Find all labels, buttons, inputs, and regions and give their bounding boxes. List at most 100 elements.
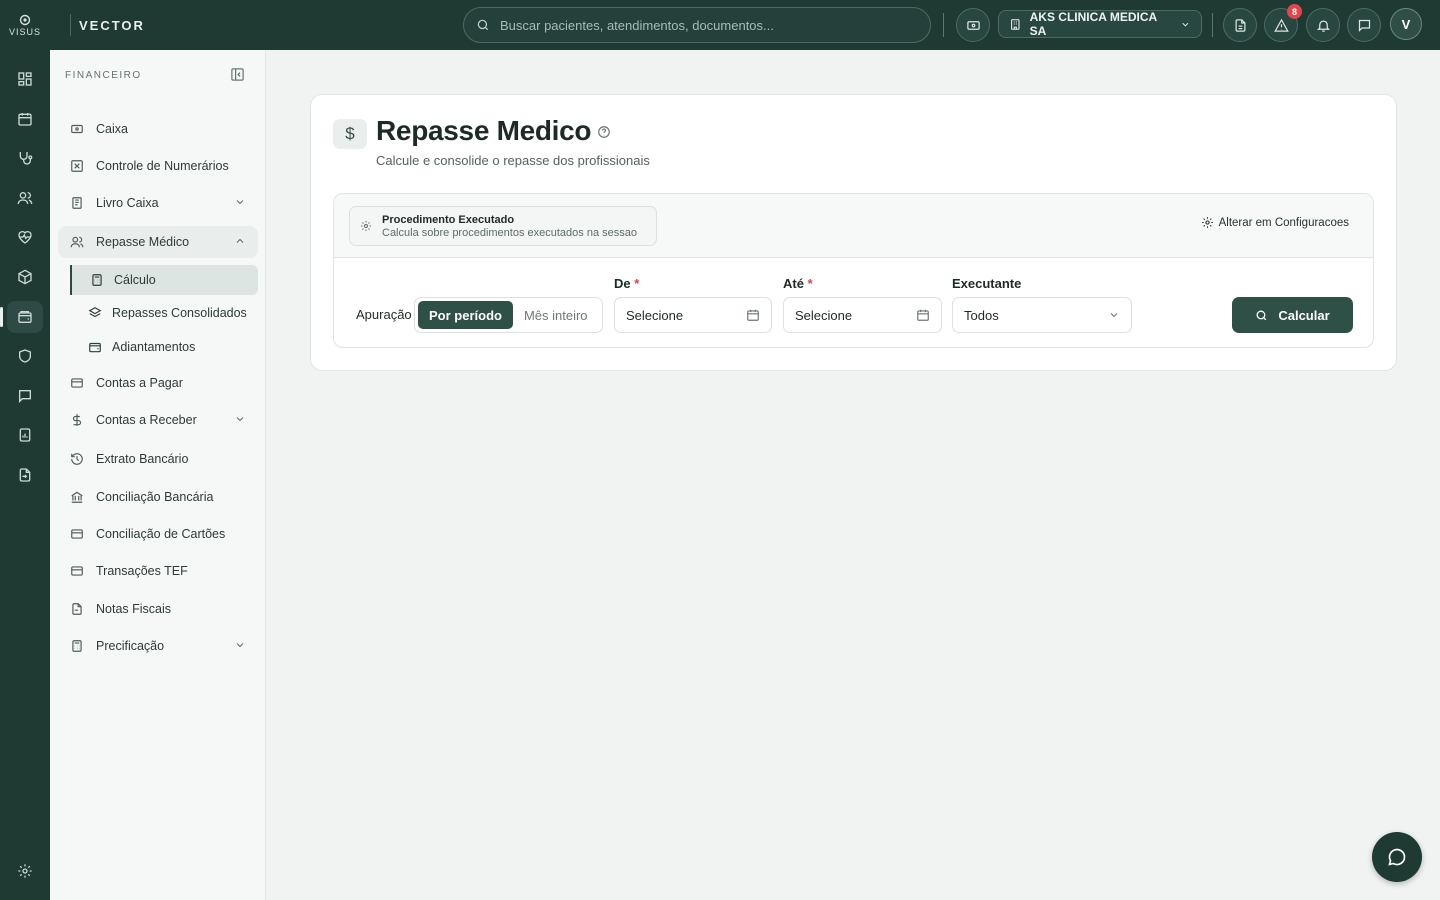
credit-card-icon [71,378,83,388]
wallet-icon [89,342,101,353]
rail-documents[interactable] [7,459,43,491]
from-date-picker[interactable]: Selecione [614,297,772,333]
alerts-badge: 8 [1287,4,1302,19]
rail-patients[interactable] [7,182,43,214]
brand-divider [70,14,71,36]
rail-chat[interactable] [7,380,43,412]
alerts-button[interactable]: 8 [1264,4,1302,42]
sidebar-item-transacoes-tef[interactable]: Transações TEF [58,555,258,587]
sidebar-item-conciliacao-bancaria[interactable]: Conciliação Bancária [58,481,258,513]
calculate-button-label: Calcular [1278,307,1330,323]
sidebar-item-label: Repasse Médico [96,235,190,249]
sidebar-subitem-adiantamentos[interactable]: Adiantamentos [70,332,258,362]
document-icon [1235,18,1245,32]
sidebar-subitem-calculo[interactable]: Cálculo [70,265,258,295]
to-date-picker[interactable]: Selecione [783,297,942,333]
sidebar-item-label: Transações TEF [96,564,188,578]
period-option[interactable]: Por período [418,301,513,329]
toolbar-separator [1212,13,1213,37]
sidebar-collapse-button[interactable] [230,67,245,82]
users-icon [17,192,33,205]
visus-logo[interactable]: VISUS [0,0,50,50]
sidebar-item-caixa[interactable]: Caixa [58,113,258,145]
rail-inventory[interactable] [7,261,43,293]
from-date-label: De * [614,276,639,291]
search-icon [1256,310,1267,320]
chevron-down-icon [236,417,244,422]
dollar-icon [72,414,82,426]
procedure-mode-description: Calcula sobre procedimentos executados n… [382,226,637,239]
dollar-icon: $ [333,119,367,149]
message-icon [1358,19,1370,32]
help-button[interactable] [597,125,611,139]
to-date-label: Até * [783,276,813,291]
messages-button[interactable] [1347,8,1381,42]
rail-financial[interactable] [0,301,43,333]
ticket-icon [966,20,980,30]
help-circle-icon [598,126,610,138]
chevron-down-icon [236,643,244,648]
clinic-selector[interactable]: AKS CLINICA MEDICA SA [998,10,1202,38]
from-date-value: Selecione [626,307,684,323]
calendar-icon [917,309,929,321]
sidebar-item-precificacao[interactable]: Precificação [58,630,258,662]
procedure-mode-title: Procedimento Executado [382,213,515,226]
module-rail [0,50,50,900]
rail-reports[interactable] [7,419,43,451]
logo-text: VISUS [8,26,41,37]
sidebar-item-notas-fiscais[interactable]: Notas Fiscais [58,593,258,625]
support-chat-button[interactable] [1372,832,1422,882]
rail-dashboard[interactable] [7,63,43,95]
executor-label: Executante [952,276,1022,291]
dashboard-icon [18,72,32,86]
chevron-down-icon [1182,22,1189,26]
documents-button[interactable] [1223,8,1257,42]
procedure-mode-box: Procedimento Executado Calcula sobre pro… [349,206,657,246]
ticket-button[interactable] [956,8,990,42]
sidebar-item-label: Conciliação Bancária [96,490,214,504]
sidebar-item-conciliacao-cartoes[interactable]: Conciliação de Cartões [58,518,258,550]
full-month-option[interactable]: Mês inteiro [513,308,599,323]
sidebar-subitem-repasses-consolidados[interactable]: Repasses Consolidados [70,298,258,328]
change-settings-link[interactable]: Alterar em Configuracoes [1201,216,1349,229]
history-icon [71,453,83,465]
rail-clinical[interactable] [7,142,43,174]
report-icon [19,428,31,442]
rail-health[interactable] [7,221,43,253]
required-mark: * [807,276,813,291]
gear-icon [361,221,371,231]
required-mark: * [634,276,640,291]
chat-bubble-icon [1388,848,1406,866]
calculation-panel: Procedimento Executado Calcula sobre pro… [333,193,1374,348]
to-date-value: Selecione [795,307,853,323]
sidebar-item-contas-pagar[interactable]: Contas a Pagar [58,367,258,399]
calculation-mode-bar: Procedimento Executado Calcula sobre pro… [334,194,1373,258]
package-icon [18,269,32,285]
calculator-icon [72,640,82,652]
brand-name: VECTOR [79,17,145,33]
sidebar-item-contas-receber[interactable]: Contas a Receber [58,404,258,436]
chevron-up-icon [236,238,244,243]
gear-icon [18,864,32,878]
sidebar-item-label: Caixa [96,122,128,136]
global-search[interactable] [463,7,931,43]
chat-icon [19,390,31,403]
page-title: Repasse Medico [376,115,592,146]
sidebar-item-repasse-medico[interactable]: Repasse Médico [58,226,258,258]
sidebar-item-controle-numerarios[interactable]: Controle de Numerários [58,150,258,182]
notifications-button[interactable] [1306,8,1340,42]
calculate-button[interactable]: Calcular [1232,297,1353,333]
user-avatar[interactable]: V [1390,8,1422,40]
to-date-label-text: Até [783,276,804,291]
bell-icon [1316,20,1330,32]
rail-settings[interactable] [7,855,43,887]
executor-select[interactable]: Todos [952,297,1132,333]
sidebar-item-livro-caixa[interactable]: Livro Caixa [58,187,258,219]
layers-icon [88,307,102,318]
panel-collapse-icon [231,68,244,81]
sidebar-item-extrato-bancario[interactable]: Extrato Bancário [58,443,258,475]
search-input[interactable] [500,17,900,33]
sidebar-subitem-label: Adiantamentos [112,340,196,354]
rail-calendar[interactable] [7,103,43,135]
rail-security[interactable] [7,340,43,372]
